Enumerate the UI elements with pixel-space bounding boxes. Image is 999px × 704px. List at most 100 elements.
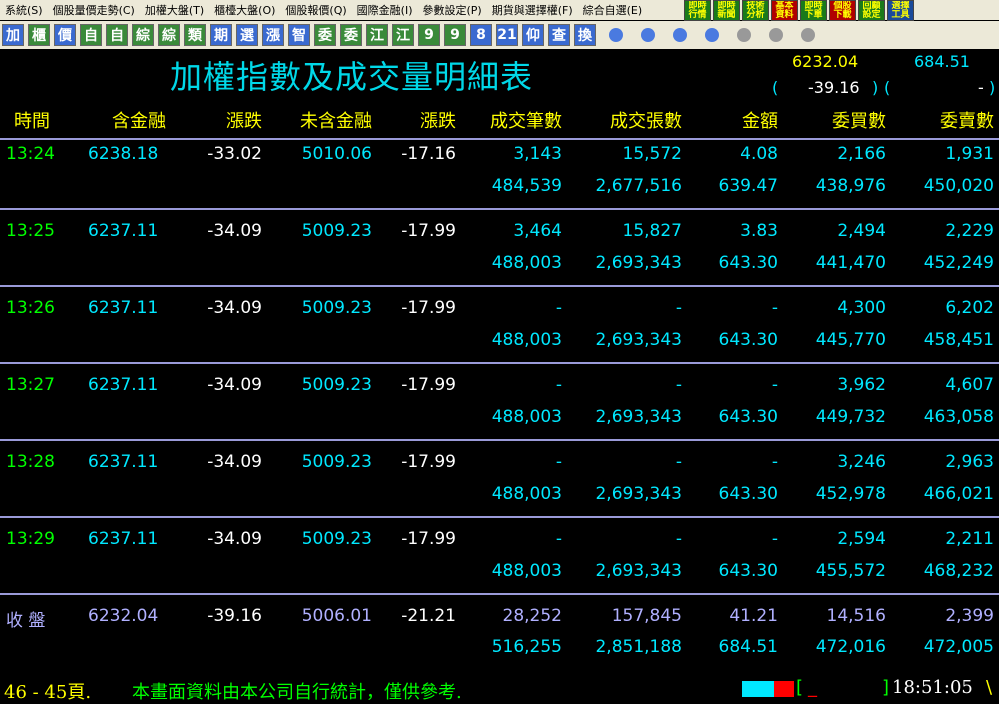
quick-icon[interactable]: 選擇工具 <box>887 0 914 21</box>
row-divider <box>0 208 999 210</box>
close-label: 收 盤 <box>6 611 46 631</box>
toolbar-button[interactable]: 智 <box>288 24 310 46</box>
nav-circle-icon[interactable] <box>801 28 815 42</box>
row-c_vol: 2,693,343 <box>595 484 682 504</box>
page-title: 加權指數及成交量明細表 <box>170 58 534 96</box>
row-vol: - <box>675 452 682 472</box>
toolbar-button[interactable]: 仰 <box>522 24 544 46</box>
row-c_amt: 643.30 <box>718 484 778 504</box>
close-chg: -39.16 <box>207 606 262 626</box>
menu-item[interactable]: 國際金融(I) <box>352 2 418 18</box>
row-trades: - <box>555 298 562 318</box>
row-divider <box>0 285 999 287</box>
close-c_trades: 516,255 <box>491 637 562 657</box>
quick-icon[interactable]: 基本資料 <box>771 0 798 21</box>
row-sell: 2,963 <box>945 452 994 472</box>
nav-circle-icon[interactable] <box>673 28 687 42</box>
amount-change-open-paren: ( <box>884 78 891 97</box>
status-notice: 本畫面資料由本公司自行統計，僅供參考. <box>132 682 462 703</box>
toolbar-button[interactable]: 自 <box>80 24 102 46</box>
toolbar-button[interactable]: 9 <box>444 24 466 46</box>
row-c_sell: 466,021 <box>923 484 994 504</box>
quick-icon[interactable]: 即時新聞 <box>713 0 740 21</box>
index-change: -39.16 <box>808 78 860 97</box>
toolbar-button[interactable]: 委 <box>340 24 362 46</box>
amount-value: 684.51 <box>914 52 970 71</box>
toolbar-button[interactable]: 自 <box>106 24 128 46</box>
row-c_sell: 450,020 <box>923 176 994 196</box>
row-c_buy: 455,572 <box>815 561 886 581</box>
clock: 18:51:05 <box>892 677 973 698</box>
close-c_sell: 472,005 <box>923 637 994 657</box>
toolbar-button[interactable]: 期 <box>210 24 232 46</box>
quick-icon[interactable]: 即時行情 <box>684 0 711 21</box>
column-header: 委賣數 <box>940 111 994 132</box>
row-amt: - <box>771 298 778 318</box>
close-c_buy: 472,016 <box>815 637 886 657</box>
toolbar-button[interactable]: 查 <box>548 24 570 46</box>
row-divider <box>0 439 999 441</box>
menu-item[interactable]: 綜合自選(E) <box>578 2 648 18</box>
menu-item[interactable]: 個股量價走勢(C) <box>48 2 140 18</box>
menu-item[interactable]: 個股報價(Q) <box>280 2 351 18</box>
input-mode-cyan <box>742 681 774 697</box>
toolbar-button[interactable]: 9 <box>418 24 440 46</box>
command-input[interactable]: _ <box>808 677 817 698</box>
close-exchg: -21.21 <box>401 606 456 626</box>
toolbar: 加櫃價自自綜綜類期選漲智委委江江 9 9 8 21 仰查換 <box>0 21 999 49</box>
menu-item[interactable]: 期貨與選擇權(F) <box>487 2 578 18</box>
row-index: 6237.11 <box>88 529 159 549</box>
row-vol: 15,827 <box>622 221 682 241</box>
row-c_vol: 2,693,343 <box>595 407 682 427</box>
toolbar-button[interactable]: 21 <box>496 24 518 46</box>
row-chg: -34.09 <box>207 298 262 318</box>
menu-item[interactable]: 參數設定(P) <box>417 2 486 18</box>
row-ex: 5009.23 <box>301 298 372 318</box>
column-header: 漲跌 <box>420 111 456 132</box>
toolbar-button[interactable]: 櫃 <box>28 24 50 46</box>
row-ex: 5009.23 <box>301 452 372 472</box>
menu-item[interactable]: 櫃檯大盤(O) <box>209 2 280 18</box>
row-exchg: -17.99 <box>401 375 456 395</box>
row-exchg: -17.99 <box>401 221 456 241</box>
close-trades: 28,252 <box>502 606 562 626</box>
input-mode-red <box>774 681 794 697</box>
toolbar-button[interactable]: 綜 <box>158 24 180 46</box>
toolbar-button[interactable]: 換 <box>574 24 596 46</box>
nav-circle-icon[interactable] <box>769 28 783 42</box>
close-c_vol: 2,851,188 <box>595 637 682 657</box>
row-buy: 3,246 <box>837 452 886 472</box>
row-c_buy: 452,978 <box>815 484 886 504</box>
toolbar-button[interactable]: 委 <box>314 24 336 46</box>
close-index: 6232.04 <box>88 606 159 626</box>
nav-circle-icon[interactable] <box>609 28 623 42</box>
nav-circle-icon[interactable] <box>705 28 719 42</box>
quick-icon[interactable]: 即時下單 <box>800 0 827 21</box>
quick-icon[interactable]: 回顧設定 <box>858 0 885 21</box>
row-c_sell: 452,249 <box>923 253 994 273</box>
row-index: 6237.11 <box>88 375 159 395</box>
quick-icon[interactable]: 個股下載 <box>829 0 856 21</box>
toolbar-button[interactable]: 價 <box>54 24 76 46</box>
row-time: 13:28 <box>6 452 55 472</box>
row-trades: 3,464 <box>513 221 562 241</box>
row-c_amt: 643.30 <box>718 561 778 581</box>
row-time: 13:29 <box>6 529 55 549</box>
menu-item[interactable]: 加權大盤(T) <box>140 2 209 18</box>
nav-circle-icon[interactable] <box>641 28 655 42</box>
nav-circle-icon[interactable] <box>737 28 751 42</box>
toolbar-button[interactable]: 類 <box>184 24 206 46</box>
row-amt: - <box>771 375 778 395</box>
row-vol: - <box>675 298 682 318</box>
toolbar-button[interactable]: 加 <box>2 24 24 46</box>
toolbar-button[interactable]: 江 <box>392 24 414 46</box>
toolbar-button[interactable]: 漲 <box>262 24 284 46</box>
toolbar-button[interactable]: 江 <box>366 24 388 46</box>
toolbar-button[interactable]: 選 <box>236 24 258 46</box>
toolbar-button[interactable]: 綜 <box>132 24 154 46</box>
quick-icon[interactable]: 技術分析 <box>742 0 769 21</box>
menu-item[interactable]: 系統(S) <box>0 2 48 18</box>
toolbar-button[interactable]: 8 <box>470 24 492 46</box>
row-time: 13:25 <box>6 221 55 241</box>
row-time: 13:24 <box>6 144 55 164</box>
